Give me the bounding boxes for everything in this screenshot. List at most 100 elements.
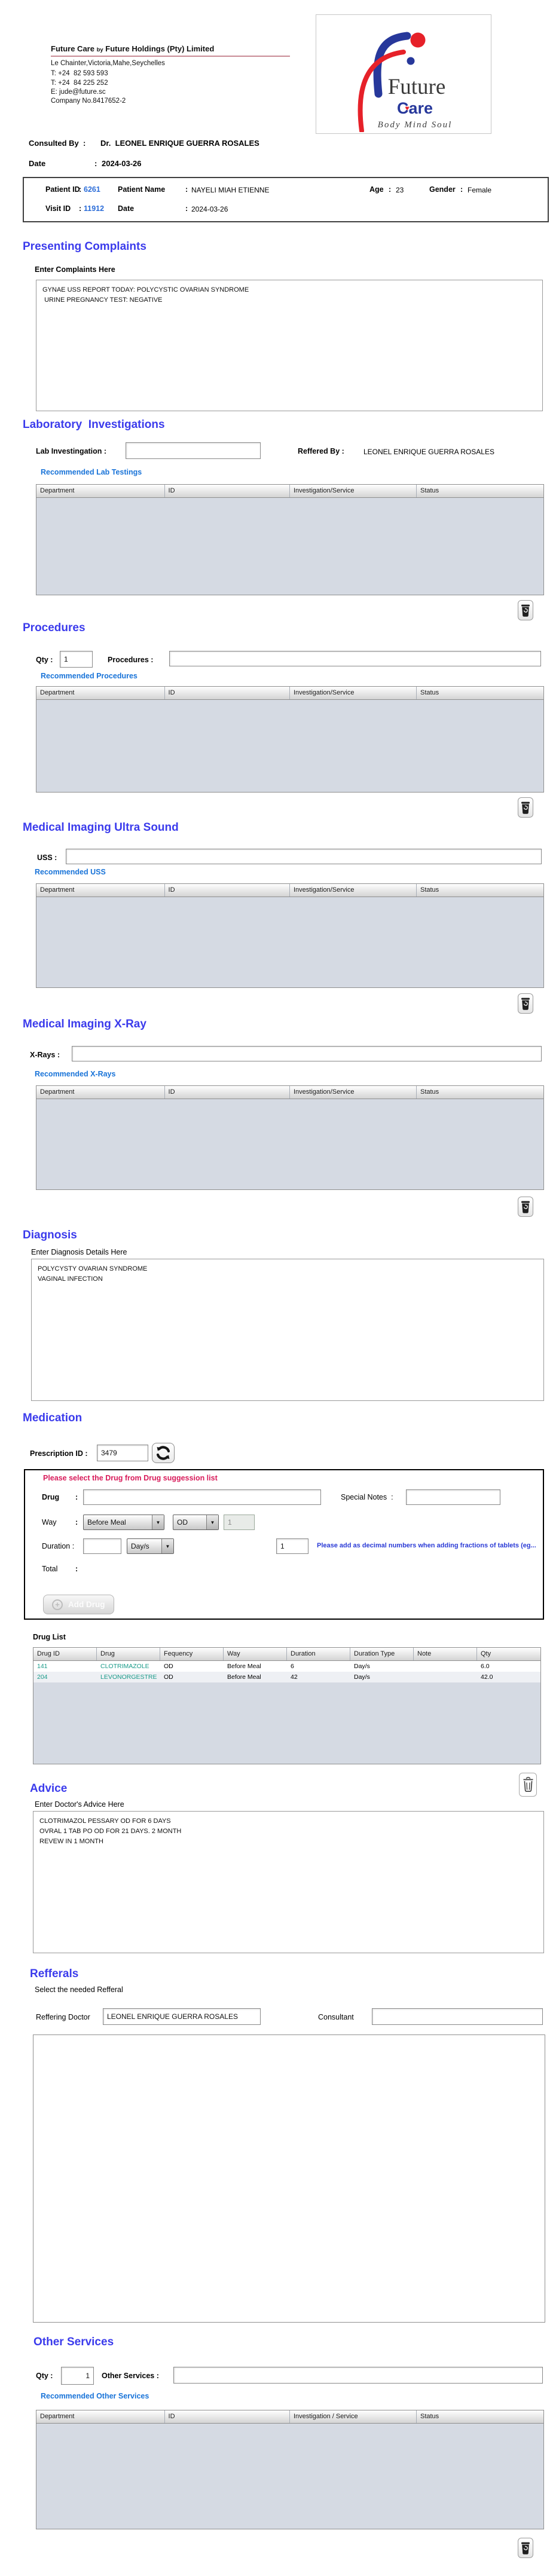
delete-lab-testing-button[interactable] [518,600,533,620]
trash-icon [521,801,530,814]
visit-date-label: Date [118,204,135,213]
consultant-input[interactable] [372,2008,543,2025]
drug-cell-frequency: OD [164,1663,173,1670]
gender-label: Gender [429,185,456,194]
title-underline [51,56,290,57]
drug-cell-duration-type: Day/s [354,1674,370,1681]
procedures-col-status: Status [420,689,439,696]
other-col-status: Status [420,2413,439,2420]
visit-date-value: 2024-03-26 [191,205,228,213]
recommended-xrays-link[interactable]: Recommended X-Rays [35,1070,115,1078]
xray-label: X-Rays : [30,1051,60,1059]
section-title-referrals: Refferals [30,1968,79,1980]
prescription-id-label: Prescription ID : [30,1449,88,1458]
advice-textarea[interactable]: CLOTRIMAZOL PESSARY OD FOR 6 DAYS OVRAL … [33,1811,544,1953]
referrals-list-box[interactable] [33,2035,545,2323]
complaints-textarea[interactable]: GYNAE USS REPORT TODAY: POLYCYSTIC OVARI… [36,280,543,411]
drug-col-id: Drug ID [33,1648,97,1660]
drug-col-frequency: Fequency [160,1648,224,1660]
consult-date-colon: : [94,159,97,168]
future-care-logo-graphic: Future Care ♥ Body Mind Soul [358,32,451,133]
special-notes-input[interactable] [406,1489,500,1505]
section-title-medication: Medication [23,1412,83,1424]
delete-procedure-button[interactable] [518,797,533,818]
xray-input[interactable] [72,1046,542,1061]
total-label: Total [42,1565,58,1573]
duration-type-select[interactable]: Day/s ▼ [127,1538,174,1554]
prescription-id-input[interactable] [97,1445,148,1461]
drug-table-row[interactable]: 204 LEVONORGESTRE OD Before Meal 42 Day/… [33,1672,540,1682]
referred-by-value: LEONEL ENRIQUE GUERRA ROSALES [363,448,494,456]
consultant-label: Consultant [318,2013,354,2021]
dose-input [224,1515,255,1530]
delete-xray-button[interactable] [518,1197,533,1217]
heart-icon: ♥ [405,104,409,112]
consultation-report-page: Future Care by Future Holdings (Pty) Lim… [0,0,556,2576]
xray-table-header: Department ID Investigation/Service Stat… [36,1086,543,1099]
other-services-input[interactable] [173,2367,543,2384]
drug-input[interactable] [83,1489,321,1505]
patient-name-colon: : [185,185,188,194]
drug-cell-duration-type: Day/s [354,1663,370,1670]
uss-col-status: Status [420,886,439,894]
tablet-fraction-input[interactable] [276,1538,308,1554]
lab-investigation-input[interactable] [126,442,261,459]
duration-input[interactable] [83,1538,121,1554]
trash-icon [521,1201,530,1213]
other-table-header: Department ID Investigation / Service St… [36,2410,543,2424]
xray-col-investigation: Investigation/Service [290,1086,417,1099]
drug-cell-duration: 42 [291,1674,298,1681]
procedures-table: Department ID Investigation/Service Stat… [36,686,544,793]
delete-other-service-button[interactable] [518,2538,533,2558]
drug-cell-qty: 6.0 [481,1663,490,1670]
visit-id-label: Visit ID [45,204,71,213]
fraction-note: Please add as decimal numbers when addin… [317,1542,536,1549]
xray-col-department: Department [36,1086,165,1099]
patient-id-colon: : [79,185,82,194]
company-title-main: Future Care [51,44,97,53]
referring-doctor-input[interactable] [103,2008,261,2025]
recommended-lab-testings-link[interactable]: Recommended Lab Testings [41,468,142,476]
uss-input[interactable] [66,849,542,864]
drug-col-drug: Drug [97,1648,160,1660]
diagnosis-sub-label: Enter Diagnosis Details Here [31,1248,127,1256]
complaints-sub-label: Enter Complaints Here [35,265,115,274]
company-number: Company No.8417652-2 [51,97,126,105]
duration-type-selected-value: Day/s [131,1542,149,1550]
recommended-uss-link[interactable]: Recommended USS [35,868,106,876]
drug-col-duration: Duration [287,1648,350,1660]
frequency-select[interactable]: OD ▼ [173,1515,219,1530]
company-phone-1: T: +24 82 593 593 [51,70,108,77]
add-drug-button[interactable]: + Add Drug [43,1595,114,1614]
trash-icon [521,2542,530,2554]
recommended-other-services-link[interactable]: Recommended Other Services [41,2392,149,2400]
procedures-table-header: Department ID Investigation/Service Stat… [36,687,543,700]
procedures-input[interactable] [169,651,541,666]
drug-cell-name: LEVONORGESTRE [100,1674,157,1681]
recommended-procedures-link[interactable]: Recommended Procedures [41,672,138,680]
delete-advice-button[interactable] [519,1773,537,1797]
way-select[interactable]: Before Meal ▼ [83,1515,164,1530]
delete-uss-button[interactable] [518,993,533,1014]
lab-col-department: Department [36,485,165,497]
lab-table-header: Department ID Investigation/Service Stat… [36,485,543,498]
procedures-field-label: Procedures : [108,656,154,664]
trash-icon [521,604,530,617]
diagnosis-textarea[interactable]: POLYCYSTY OVARIAN SYNDROME VAGINAL INFEC… [31,1259,544,1401]
refresh-prescription-id-button[interactable] [152,1443,175,1463]
procedures-qty-input[interactable] [60,651,93,668]
drug-table-row[interactable]: 141 CLOTRIMAZOLE OD Before Meal 6 Day/s … [33,1661,540,1672]
section-title-laboratory-investigations: Laboratory Investigations [23,418,165,431]
patient-id-value: 6261 [84,185,100,194]
section-title-presenting-complaints: Presenting Complaints [23,240,146,253]
age-colon: : [389,185,392,194]
patient-id-label: Patient ID [45,185,80,194]
logo-word-future: Future [388,75,446,99]
consult-date-value: 2024-03-26 [102,159,142,168]
other-col-department: Department [36,2410,165,2423]
patient-name-label: Patient Name [118,185,166,194]
other-col-investigation: Investigation / Service [290,2410,417,2423]
drug-suggestion-warning: Please select the Drug from Drug suggess… [43,1474,218,1482]
other-qty-input[interactable] [61,2367,94,2385]
procedures-col-id: ID [165,687,290,699]
